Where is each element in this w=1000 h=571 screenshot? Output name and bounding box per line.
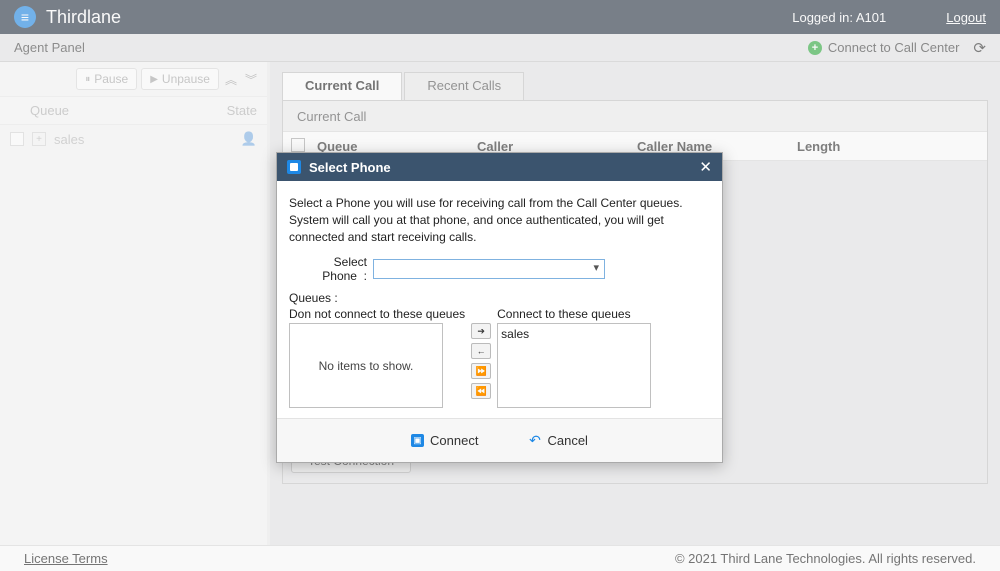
queue-option[interactable]: sales — [501, 327, 647, 341]
modal-header: Select Phone ✕ — [277, 153, 722, 181]
connect-button[interactable]: ▣ Connect — [411, 433, 478, 448]
tab-bar: Current Call Recent Calls — [282, 72, 988, 100]
sidebar: ⏸ Pause ▶ Unpause ︽ ︾ Queue State + sale… — [0, 62, 270, 545]
cancel-button[interactable]: ↶ Cancel — [528, 433, 587, 448]
sidebar-col-state: State — [197, 103, 257, 118]
logged-in-user: A101 — [856, 10, 886, 25]
modal-body: Select a Phone you will use for receivin… — [277, 181, 722, 418]
right-list-title: Connect to these queues — [497, 307, 651, 321]
play-icon: ▶ — [150, 74, 158, 85]
brand-name: Thirdlane — [46, 7, 121, 28]
left-list-title: Don not connect to these queues — [289, 307, 465, 321]
select-phone-field: Select Phone : — [289, 255, 710, 283]
select-phone-modal: Select Phone ✕ Select a Phone you will u… — [276, 152, 723, 463]
tab-current-call[interactable]: Current Call — [282, 72, 402, 100]
footer: License Terms © 2021 Third Lane Technolo… — [0, 545, 1000, 571]
transfer-buttons: ➔ ← ⏩ ⏪ — [471, 323, 491, 399]
col-length: Length — [797, 139, 917, 154]
logged-in-label: Logged in: A101 — [792, 10, 886, 25]
sidebar-toolbar: ⏸ Pause ▶ Unpause ︽ ︾ — [0, 62, 267, 96]
plus-icon: + — [808, 41, 822, 55]
queues-transfer: Don not connect to these queues No items… — [289, 307, 710, 408]
collapse-up-icon[interactable]: ︽ — [223, 71, 239, 88]
app-header: ≡ Thirdlane Logged in: A101 Logout — [0, 0, 1000, 34]
modal-title: Select Phone — [309, 160, 699, 175]
refresh-icon[interactable]: ⟳ — [973, 39, 986, 57]
expand-down-icon[interactable]: ︾ — [243, 71, 259, 88]
logout-link[interactable]: Logout — [946, 10, 986, 25]
move-right-button[interactable]: ➔ — [471, 323, 491, 339]
queues-section-label: Queues : — [289, 291, 710, 305]
move-left-button[interactable]: ← — [471, 343, 491, 359]
close-icon[interactable]: ✕ — [699, 158, 712, 176]
unpause-button[interactable]: ▶ Unpause — [141, 68, 219, 90]
page-title: Agent Panel — [14, 40, 85, 55]
modal-footer: ▣ Connect ↶ Cancel — [277, 418, 722, 462]
move-all-right-button[interactable]: ⏩ — [471, 363, 491, 379]
select-all-checkbox[interactable] — [291, 138, 305, 152]
sidebar-queue-row[interactable]: + sales 👤 — [0, 125, 267, 153]
pause-button[interactable]: ⏸ Pause — [76, 68, 137, 90]
tab-recent-calls[interactable]: Recent Calls — [404, 72, 524, 100]
expand-row-icon[interactable]: + — [32, 132, 46, 146]
exclude-queues-list[interactable]: No items to show. — [289, 323, 443, 408]
row-checkbox[interactable] — [10, 132, 24, 146]
connect-icon: ▣ — [411, 434, 424, 447]
include-queues-list[interactable]: sales — [497, 323, 651, 408]
copyright-text: © 2021 Third Lane Technologies. All righ… — [675, 551, 976, 566]
connect-call-center-button[interactable]: + Connect to Call Center — [808, 40, 960, 55]
undo-icon: ↶ — [528, 434, 541, 447]
license-terms-link[interactable]: License Terms — [24, 551, 108, 566]
modal-description: Select a Phone you will use for receivin… — [289, 195, 710, 245]
sidebar-table-header: Queue State — [0, 96, 267, 125]
modal-icon — [287, 160, 301, 174]
panel-title: Current Call — [283, 101, 987, 131]
pause-icon: ⏸ — [85, 74, 90, 85]
subheader: Agent Panel + Connect to Call Center ⟳ — [0, 34, 1000, 62]
person-icon: 👤 — [241, 131, 257, 147]
brand-logo-icon: ≡ — [14, 6, 36, 28]
move-all-left-button[interactable]: ⏪ — [471, 383, 491, 399]
phone-dropdown[interactable] — [373, 259, 605, 279]
queue-name: sales — [54, 132, 241, 147]
sidebar-col-queue: Queue — [30, 103, 197, 118]
